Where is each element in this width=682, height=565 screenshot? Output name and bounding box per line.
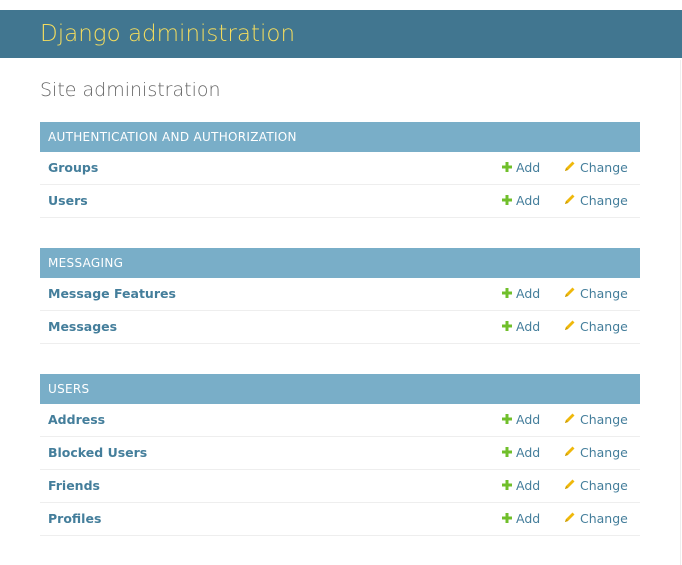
model-row: Friends Add Change [40,470,640,503]
pencil-icon [564,185,576,217]
change-label: Change [580,160,628,175]
model-link[interactable]: Blocked Users [48,437,147,469]
app-module-users: USERS Address Add Change Blocked Users A… [40,374,640,536]
pencil-icon [564,470,576,502]
module-caption[interactable]: USERS [40,374,640,404]
change-link[interactable]: Change [564,470,628,503]
pencil-icon [564,503,576,535]
model-link[interactable]: Friends [48,470,100,502]
add-link[interactable]: Add [502,185,540,218]
header: Django administration [0,10,682,58]
plus-icon [502,404,512,436]
model-row: Profiles Add Change [40,503,640,536]
add-link[interactable]: Add [502,470,540,503]
pencil-icon [564,437,576,469]
add-label: Add [516,445,541,460]
add-label: Add [516,286,541,301]
add-link[interactable]: Add [502,503,540,536]
app-module-messaging: MESSAGING Message Features Add Change Me… [40,248,640,344]
add-label: Add [516,511,541,526]
change-label: Change [580,412,628,427]
page-title: Site administration [40,79,221,101]
plus-icon [502,185,512,217]
change-link[interactable]: Change [564,503,628,536]
model-row: Messages Add Change [40,311,640,344]
change-label: Change [580,511,628,526]
pencil-icon [564,404,576,436]
change-label: Change [580,478,628,493]
plus-icon [502,437,512,469]
site-name[interactable]: Django administration [40,20,295,48]
change-link[interactable]: Change [564,404,628,437]
change-link[interactable]: Change [564,311,628,344]
module-caption[interactable]: AUTHENTICATION AND AUTHORIZATION [40,122,640,152]
model-link[interactable]: Users [48,185,88,217]
model-row: Groups Add Change [40,152,640,185]
module-caption[interactable]: MESSAGING [40,248,640,278]
pencil-icon [564,278,576,310]
model-row: Blocked Users Add Change [40,437,640,470]
pencil-icon [564,311,576,343]
add-label: Add [516,412,541,427]
plus-icon [502,503,512,535]
model-row: Address Add Change [40,404,640,437]
app-module-auth: AUTHENTICATION AND AUTHORIZATION Groups … [40,122,640,218]
plus-icon [502,470,512,502]
change-link[interactable]: Change [564,278,628,311]
change-label: Change [580,193,628,208]
plus-icon [502,311,512,343]
add-label: Add [516,319,541,334]
model-link[interactable]: Messages [48,311,117,343]
add-link[interactable]: Add [502,404,540,437]
add-link[interactable]: Add [502,278,540,311]
change-label: Change [580,286,628,301]
add-label: Add [516,478,541,493]
content-divider [680,60,681,565]
plus-icon [502,278,512,310]
pencil-icon [564,152,576,184]
add-link[interactable]: Add [502,437,540,470]
change-label: Change [580,319,628,334]
add-label: Add [516,160,541,175]
add-link[interactable]: Add [502,152,540,185]
plus-icon [502,152,512,184]
change-label: Change [580,445,628,460]
model-link[interactable]: Message Features [48,278,176,310]
model-row: Message Features Add Change [40,278,640,311]
model-link[interactable]: Address [48,404,105,436]
add-label: Add [516,193,541,208]
change-link[interactable]: Change [564,152,628,185]
model-row: Users Add Change [40,185,640,218]
change-link[interactable]: Change [564,437,628,470]
model-link[interactable]: Groups [48,152,98,184]
change-link[interactable]: Change [564,185,628,218]
model-link[interactable]: Profiles [48,503,101,535]
add-link[interactable]: Add [502,311,540,344]
